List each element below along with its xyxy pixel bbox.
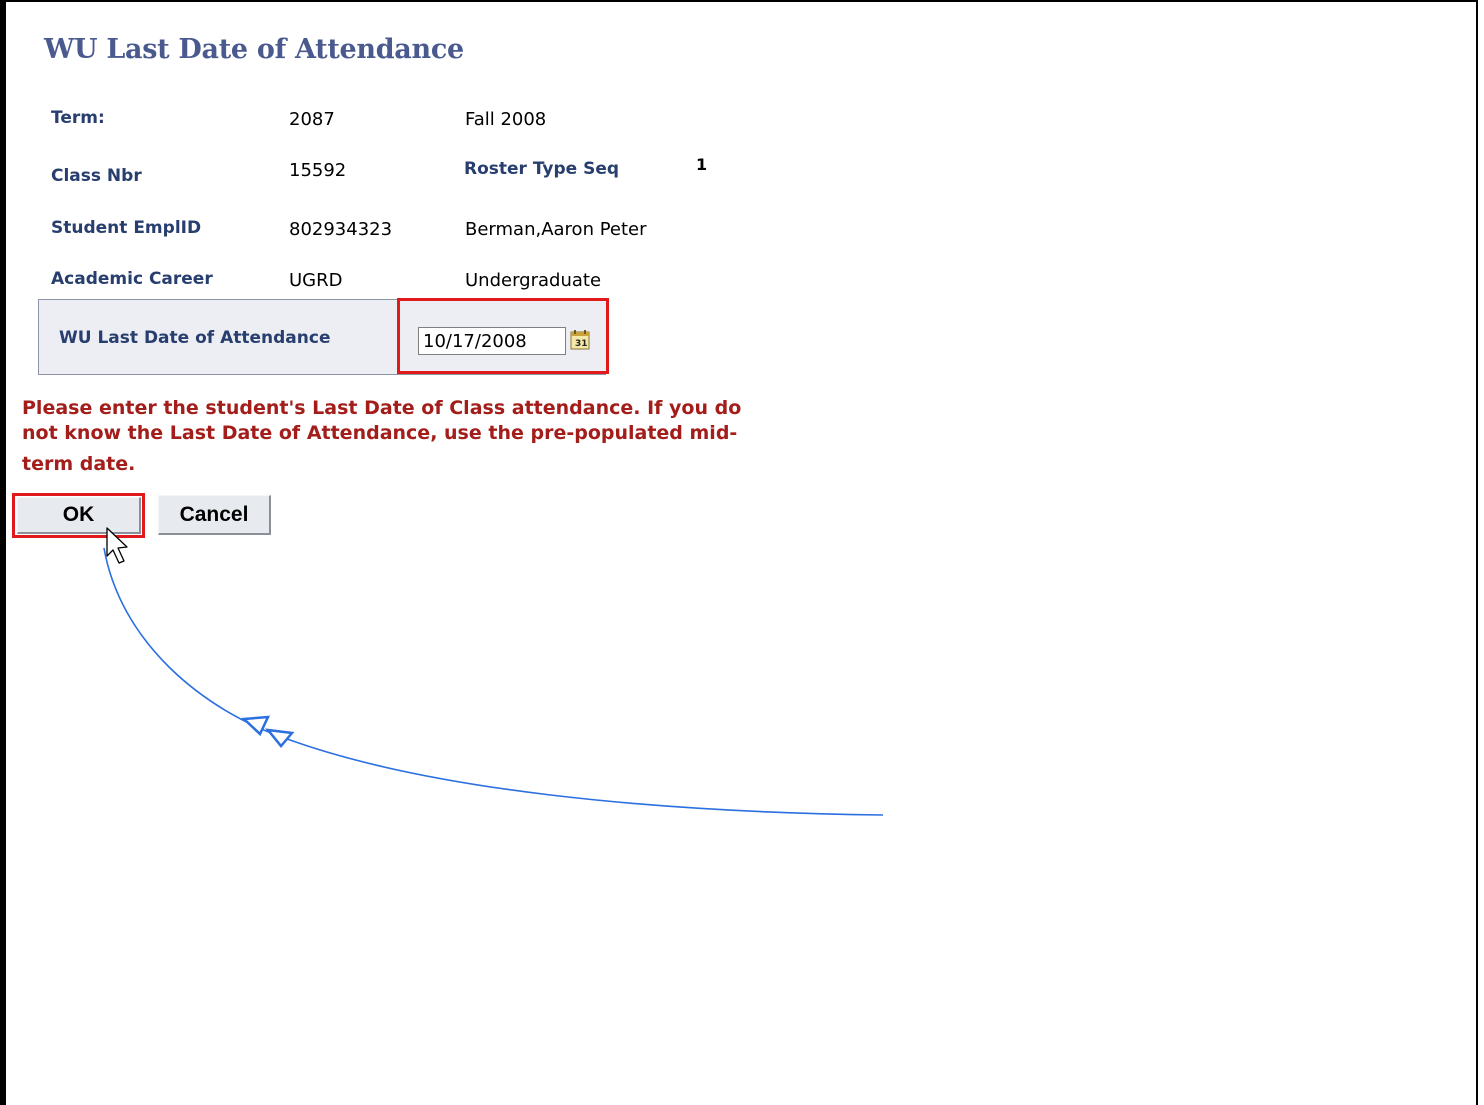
- instruction-message: Please enter the student's Last Date of …: [22, 396, 842, 477]
- window-frame: [0, 0, 1478, 1105]
- roster-type-seq-label: Roster Type Seq: [464, 159, 620, 179]
- term-description: Fall 2008: [465, 109, 547, 130]
- student-name: Berman,Aaron Peter: [465, 219, 647, 240]
- cancel-button[interactable]: Cancel: [158, 495, 271, 535]
- instruction-line-2: not know the Last Date of Attendance, us…: [22, 422, 738, 444]
- term-label: Term:: [51, 108, 105, 128]
- instruction-line-1: Please enter the student's Last Date of …: [22, 397, 742, 419]
- term-code: 2087: [289, 109, 335, 130]
- student-emplid-value: 802934323: [289, 219, 393, 240]
- instruction-line-3: term date.: [22, 453, 136, 475]
- page-title: WU Last Date of Attendance: [44, 34, 464, 65]
- academic-career-label: Academic Career: [51, 269, 213, 289]
- last-date-label: WU Last Date of Attendance: [59, 328, 331, 348]
- academic-career-description: Undergraduate: [465, 270, 602, 291]
- academic-career-code: UGRD: [289, 270, 343, 291]
- class-nbr-label: Class Nbr: [51, 166, 142, 186]
- ok-highlight-box: [12, 493, 145, 538]
- date-highlight-box: [397, 298, 609, 374]
- student-emplid-label: Student EmplID: [51, 218, 202, 238]
- class-nbr-value: 15592: [289, 160, 347, 181]
- roster-type-seq-value: 1: [696, 155, 708, 174]
